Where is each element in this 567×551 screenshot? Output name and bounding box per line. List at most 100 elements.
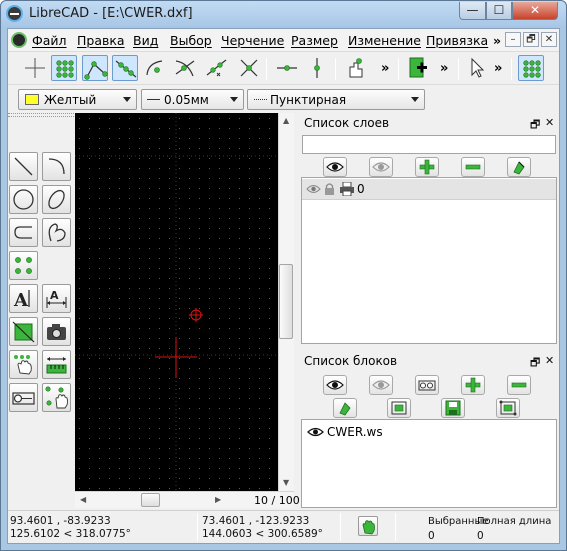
hide-all-blocks-icon[interactable]	[369, 375, 393, 395]
snap-on-entity-icon[interactable]	[112, 55, 138, 81]
menu-modify[interactable]: Изменение	[348, 33, 421, 48]
dock-float-icon[interactable]: 🗗	[530, 354, 540, 373]
block-dock-title[interactable]: Список блоков 🗗 ✕	[300, 352, 558, 370]
block-row[interactable]: CWER.ws	[303, 421, 555, 443]
menu-file[interactable]: Файл	[32, 33, 67, 48]
dock-close-icon[interactable]: ✕	[545, 354, 554, 367]
insert-block-icon[interactable]	[496, 398, 520, 418]
canvas-horizontal-scroll-thumb[interactable]	[141, 493, 160, 507]
add-block-icon[interactable]	[461, 375, 485, 395]
menu-dimension[interactable]: Размер	[291, 33, 338, 48]
rename-block-icon[interactable]	[333, 398, 357, 418]
ellipse-tool-icon[interactable]	[42, 185, 71, 214]
block-tool-icon[interactable]	[9, 383, 38, 412]
layer-filter-input[interactable]	[302, 135, 556, 154]
toolbar-separator	[266, 58, 267, 80]
show-all-blocks-icon[interactable]	[323, 375, 347, 395]
mdi-restore-button[interactable]: 🗗	[523, 32, 539, 47]
toolbar-overflow-button-3[interactable]: »	[494, 61, 502, 76]
remove-block-icon[interactable]	[507, 375, 531, 395]
hide-all-layers-icon[interactable]	[369, 157, 393, 177]
layer-row[interactable]: 0	[302, 179, 556, 200]
scroll-down-arrow-icon[interactable]: ▼	[283, 478, 289, 487]
document-logo-icon[interactable]	[11, 32, 27, 48]
mouse-action-icon[interactable]	[358, 516, 378, 536]
chevron-down-icon	[123, 97, 131, 102]
layer-dock-title-text: Список слоев	[304, 116, 390, 130]
select-pointer-icon[interactable]	[463, 55, 489, 81]
page-indicator: 10 / 100	[254, 494, 300, 507]
status-separator	[197, 513, 198, 541]
relative-zero-icon[interactable]	[342, 55, 368, 81]
restrict-horizontal-icon[interactable]	[274, 55, 300, 81]
select-tool-icon[interactable]	[42, 383, 71, 412]
spline-tool-icon[interactable]	[42, 218, 71, 247]
measure-tool-icon[interactable]	[42, 350, 71, 379]
add-layer-icon[interactable]	[415, 157, 439, 177]
mdi-close-button[interactable]: ✕	[541, 32, 557, 47]
layer-print-icon[interactable]	[339, 181, 355, 199]
linewidth-combo[interactable]: 0.05мм	[141, 89, 244, 110]
menu-view[interactable]: Вид	[133, 33, 158, 48]
hatch-tool-icon[interactable]	[9, 317, 38, 346]
menu-snap[interactable]: Привязка	[426, 33, 488, 48]
edit-block-icon[interactable]	[387, 398, 411, 418]
relative-coordinates: 73.4601 , -123.9233	[202, 515, 310, 527]
window-maximize-button[interactable]: ☐	[486, 2, 512, 20]
circle-tool-icon[interactable]	[9, 185, 38, 214]
modify-tool-icon[interactable]	[9, 350, 38, 379]
menu-edit[interactable]: Правка	[77, 33, 125, 48]
new-document-icon[interactable]	[405, 55, 431, 81]
block-visible-icon[interactable]	[307, 426, 324, 441]
layer-name: 0	[357, 182, 365, 196]
scroll-up-arrow-icon[interactable]: ▲	[283, 116, 289, 125]
scroll-left-arrow-icon[interactable]: ◀	[80, 495, 86, 504]
toolbar-separator	[458, 58, 459, 80]
polyline-tool-icon[interactable]	[9, 218, 38, 247]
color-combo[interactable]: Желтый	[18, 89, 137, 110]
image-tool-icon[interactable]	[42, 317, 71, 346]
snap-distance-icon[interactable]	[204, 55, 230, 81]
window-close-button[interactable]: ✕	[512, 2, 558, 20]
remove-layer-icon[interactable]	[461, 157, 485, 177]
mdi-minimize-button[interactable]: –	[505, 32, 521, 47]
toolbar-overflow-button-2[interactable]: »	[440, 61, 448, 76]
menu-select[interactable]: Выбор	[170, 33, 212, 48]
svg-text:A: A	[13, 290, 29, 311]
window-title: LibreCAD - [E:\CWER.dxf]	[29, 6, 193, 21]
arc-tool-icon[interactable]	[42, 152, 71, 181]
drawing-canvas[interactable]	[75, 113, 278, 491]
linetype-combo[interactable]: Пунктирная	[247, 89, 425, 110]
toolbar-overflow-button[interactable]: »	[381, 61, 389, 76]
create-block-icon[interactable]	[415, 375, 439, 395]
save-block-icon[interactable]	[441, 398, 465, 418]
restrict-vertical-icon[interactable]	[304, 55, 330, 81]
snap-free-icon[interactable]	[22, 55, 48, 81]
layer-visible-icon[interactable]	[306, 183, 321, 198]
layer-list[interactable]	[301, 177, 557, 344]
dimension-tool-icon[interactable]: A	[42, 284, 71, 313]
snap-grid-icon[interactable]	[51, 55, 77, 81]
snap-center-icon[interactable]	[142, 55, 168, 81]
line-tool-icon[interactable]	[9, 152, 38, 181]
points-tool-icon[interactable]	[9, 251, 38, 280]
menu-overflow-button[interactable]: »	[493, 33, 501, 48]
snap-endpoints-icon[interactable]	[82, 55, 108, 81]
window-minimize-button[interactable]: —	[459, 2, 486, 20]
text-tool-icon[interactable]: A	[9, 284, 38, 313]
snap-middle-icon[interactable]	[172, 55, 198, 81]
selected-count-value: 0	[428, 530, 435, 542]
palette-grip[interactable]	[8, 113, 74, 117]
dock-close-icon[interactable]: ✕	[545, 116, 554, 129]
snap-intersection-icon[interactable]	[236, 55, 262, 81]
layer-lock-icon[interactable]	[324, 182, 335, 199]
block-list[interactable]: CWER.ws	[301, 419, 557, 508]
dock-float-icon[interactable]: 🗗	[530, 116, 540, 135]
menu-draw[interactable]: Черчение	[221, 33, 284, 48]
edit-layer-icon[interactable]	[507, 157, 531, 177]
canvas-vertical-scroll-thumb[interactable]	[279, 264, 293, 339]
show-all-layers-icon[interactable]	[323, 157, 347, 177]
layer-dock-title[interactable]: Список слоев 🗗 ✕	[300, 114, 558, 132]
grid-toggle-icon[interactable]	[518, 55, 544, 81]
scroll-right-arrow-icon[interactable]: ▶	[215, 495, 221, 504]
